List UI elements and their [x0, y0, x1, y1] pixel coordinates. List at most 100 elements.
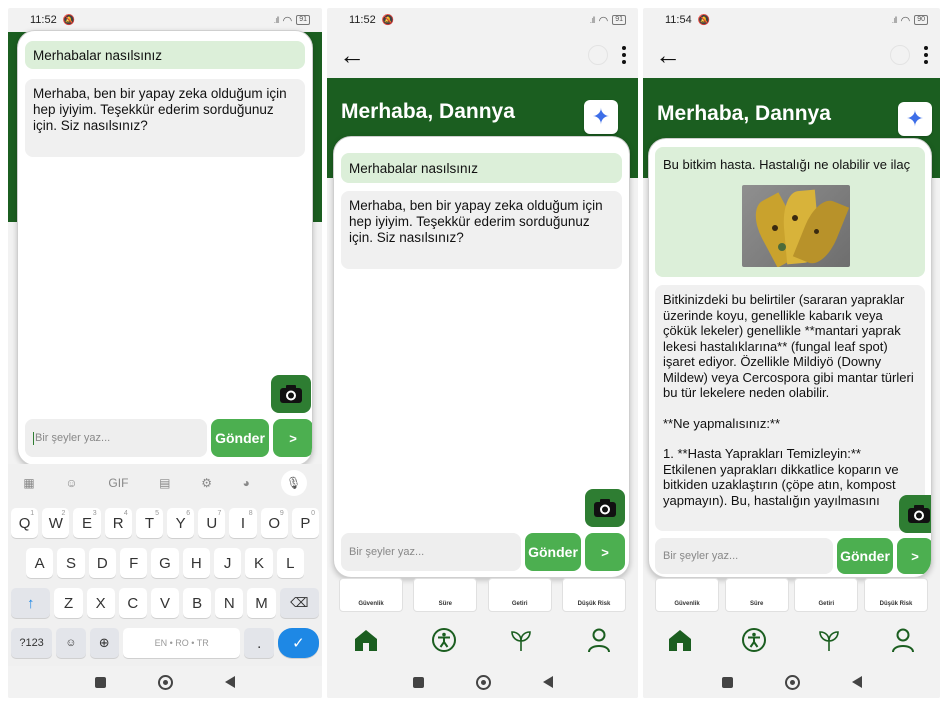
key-n[interactable]: N [215, 588, 244, 618]
key-f[interactable]: F [120, 548, 148, 578]
battery-icon: 90 [914, 15, 928, 25]
accessibility-icon[interactable] [429, 625, 459, 655]
key-v[interactable]: V [150, 588, 180, 618]
tile-dusuk-risk[interactable]: Düşük Risk [561, 578, 626, 612]
key-u[interactable]: U7 [198, 508, 226, 538]
shift-key[interactable]: ↑ [11, 588, 51, 618]
send-button[interactable]: Gönder [525, 533, 581, 571]
status-time: 11:54 [665, 14, 692, 26]
status-bar: 11:52 🔕 .ıll ◠ 91 [327, 8, 638, 32]
sprout-icon[interactable] [506, 625, 536, 655]
key-x[interactable]: X [86, 588, 115, 618]
tile-sure[interactable]: Süre [724, 578, 789, 612]
back-system-icon[interactable] [225, 676, 235, 688]
next-button[interactable]: > [273, 419, 312, 457]
plant-photo[interactable] [742, 185, 850, 267]
home-icon[interactable] [351, 625, 381, 655]
clipboard-icon[interactable]: ▤ [159, 476, 170, 490]
symbols-key[interactable]: ?123 [11, 628, 53, 658]
key-r[interactable]: R4 [104, 508, 132, 538]
key-y[interactable]: Y6 [167, 508, 195, 538]
recents-icon[interactable] [721, 676, 733, 688]
settings-icon[interactable]: ⚙ [201, 476, 212, 490]
input-placeholder: Bir şeyler yaz... [35, 432, 111, 444]
bot-message: Merhaba, ben bir yapay zeka olduğum için… [341, 191, 622, 269]
apps-grid-icon[interactable]: ▦ [23, 476, 34, 490]
more-vert-icon[interactable] [622, 46, 626, 64]
key-a[interactable]: A [26, 548, 54, 578]
back-system-icon[interactable] [851, 676, 862, 688]
tile-getiri[interactable]: Getiri [794, 578, 859, 612]
bottom-nav [327, 612, 638, 668]
palette-icon[interactable]: ◕ [243, 476, 250, 490]
send-button[interactable]: Gönder [837, 538, 893, 574]
home-icon[interactable] [665, 625, 695, 655]
key-row-3: ↑ Z X C V B N M ⌫ [11, 588, 319, 618]
key-i[interactable]: I8 [229, 508, 257, 538]
sprout-icon[interactable] [814, 625, 844, 655]
chat-panel: Merhabalar nasılsınız Merhaba, ben bir y… [17, 30, 313, 466]
recents-icon[interactable] [412, 676, 424, 688]
send-button[interactable]: Gönder [211, 419, 269, 457]
enter-key[interactable]: ✓ [277, 628, 319, 658]
signal-icon: .ıll [891, 15, 898, 25]
emoji-key[interactable]: ☺ [56, 628, 86, 658]
key-d[interactable]: D [88, 548, 116, 578]
key-c[interactable]: C [118, 588, 147, 618]
tile-guvenlik[interactable]: Güvenlik [655, 578, 719, 612]
back-arrow-icon[interactable]: ← [655, 42, 681, 68]
key-l[interactable]: L [276, 548, 304, 578]
key-k[interactable]: K [245, 548, 273, 578]
sparkle-icon[interactable]: ✦ [898, 102, 932, 136]
camera-button[interactable] [585, 489, 625, 527]
back-arrow-icon[interactable]: ← [339, 42, 365, 68]
home-system-icon[interactable] [784, 674, 800, 690]
period-key[interactable]: . [244, 628, 274, 658]
camera-icon [594, 499, 616, 517]
recents-icon[interactable] [95, 676, 106, 688]
globe-icon[interactable]: ⊕ [89, 628, 119, 658]
message-input[interactable]: Bir şeyler yaz... [655, 538, 833, 574]
sticker-icon[interactable]: ☺ [65, 476, 77, 490]
key-j[interactable]: J [213, 548, 242, 578]
sparkle-icon[interactable]: ✦ [584, 100, 618, 134]
mic-icon[interactable]: 🎙 [280, 470, 307, 496]
person-icon[interactable] [888, 625, 918, 655]
mute-icon: 🔕 [62, 14, 76, 26]
tile-dusuk-risk[interactable]: Düşük Risk [863, 578, 928, 612]
message-input[interactable]: Bir şeyler yaz... [341, 533, 521, 571]
key-h[interactable]: H [182, 548, 210, 578]
message-input[interactable]: Bir şeyler yaz... [25, 419, 207, 457]
home-system-icon[interactable] [158, 674, 173, 690]
camera-button[interactable] [271, 375, 311, 413]
system-nav-bar [643, 666, 940, 698]
home-system-icon[interactable] [475, 674, 491, 690]
next-button[interactable]: > [585, 533, 625, 571]
key-m[interactable]: M [247, 588, 276, 618]
accessibility-icon[interactable] [739, 625, 769, 655]
back-system-icon[interactable] [542, 676, 553, 688]
backspace-key[interactable]: ⌫ [279, 588, 319, 618]
key-b[interactable]: B [183, 588, 212, 618]
key-q[interactable]: Q1 [10, 508, 39, 538]
space-key[interactable]: EN • RO • TR [122, 628, 241, 658]
camera-button[interactable] [899, 495, 931, 533]
person-icon[interactable] [584, 625, 614, 655]
key-s[interactable]: S [57, 548, 85, 578]
bot-paragraph: **Ne yapmalısınız:** [663, 415, 781, 431]
tile-sure[interactable]: Süre [413, 578, 478, 612]
key-g[interactable]: G [151, 548, 179, 578]
key-t[interactable]: T5 [135, 508, 163, 538]
key-o[interactable]: O9 [260, 508, 288, 538]
key-e[interactable]: E3 [73, 508, 101, 538]
tile-getiri[interactable]: Getiri [487, 578, 552, 612]
key-z[interactable]: Z [54, 588, 83, 618]
tile-guvenlik[interactable]: Güvenlik [339, 578, 403, 612]
key-p[interactable]: P0 [291, 508, 320, 538]
next-button[interactable]: > [897, 538, 931, 574]
gif-button[interactable]: GIF [108, 476, 128, 490]
mute-icon: 🔕 [381, 14, 395, 26]
key-w[interactable]: W2 [42, 508, 70, 538]
system-nav-bar [327, 666, 638, 698]
more-vert-icon[interactable] [924, 46, 928, 64]
